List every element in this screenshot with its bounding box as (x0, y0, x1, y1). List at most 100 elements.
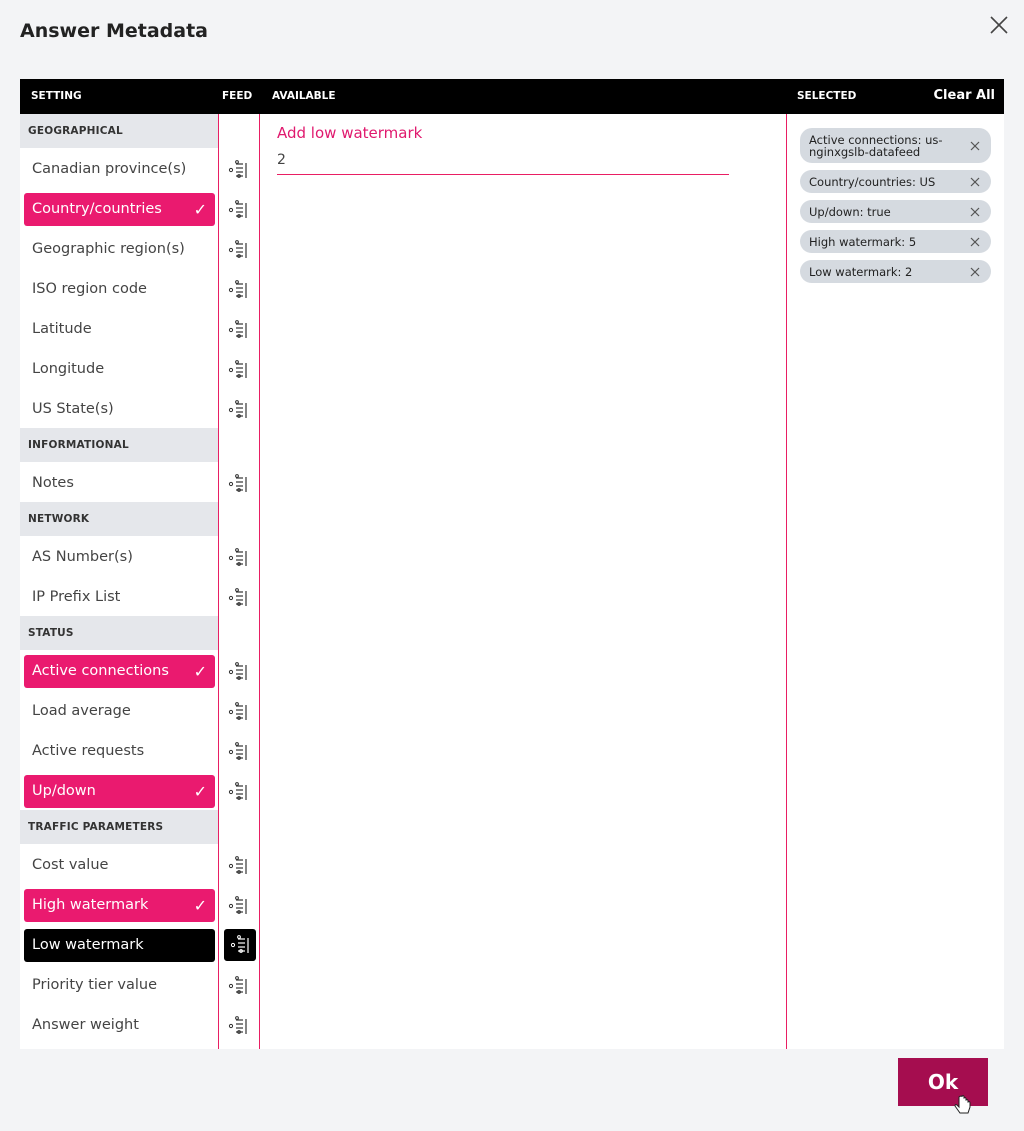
setting-label: Cost value (32, 857, 109, 873)
setting-row: Country/countries ✓ (20, 188, 218, 228)
remove-icon[interactable] (969, 266, 981, 278)
feed-filter-icon[interactable] (227, 855, 249, 877)
feed-filter-icon[interactable] (227, 975, 249, 997)
feed-filter-icon[interactable] (227, 741, 249, 763)
check-icon: ✓ (193, 782, 207, 801)
settings-list: GEOGRAPHICAL Canadian province(s) Country/… (20, 114, 218, 1044)
column-selected: SELECTED (797, 90, 857, 102)
setting-row: Priority tier value (20, 964, 218, 1004)
setting-item[interactable]: Country/countries ✓ (24, 193, 215, 226)
selected-chip: High watermark: 5 (800, 230, 991, 253)
feed-filter-icon[interactable] (227, 1015, 249, 1037)
setting-label: Canadian province(s) (32, 161, 187, 177)
setting-label: Notes (32, 475, 74, 491)
setting-label: Active connections (32, 663, 169, 679)
section-header: STATUS (20, 616, 218, 650)
setting-item[interactable]: High watermark ✓ (24, 889, 215, 922)
feed-filter-icon[interactable] (227, 661, 249, 683)
section-header: TRAFFIC PARAMETERS (20, 810, 218, 844)
setting-row: Active connections ✓ (20, 650, 218, 690)
feed-filter-icon[interactable] (227, 587, 249, 609)
setting-row: Low watermark (20, 924, 218, 964)
setting-item[interactable]: Canadian province(s) (24, 153, 215, 186)
feed-filter-icon[interactable] (227, 159, 249, 181)
setting-item[interactable]: Notes (24, 467, 215, 500)
setting-label: US State(s) (32, 401, 114, 417)
setting-row: AS Number(s) (20, 536, 218, 576)
section-header: GEOGRAPHICAL (20, 114, 218, 148)
feed-filter-icon[interactable] (227, 701, 249, 723)
feed-filter-icon[interactable] (227, 547, 249, 569)
setting-label: Up/down (32, 783, 96, 799)
setting-item[interactable]: ISO region code (24, 273, 215, 306)
selected-chip: Active connections: us-nginxgslb-datafee… (800, 128, 991, 163)
setting-label: AS Number(s) (32, 549, 133, 565)
setting-item[interactable]: Geographic region(s) (24, 233, 215, 266)
column-divider (786, 114, 787, 1049)
selected-chip: Country/countries: US (800, 170, 991, 193)
available-field-label: Add low watermark (277, 124, 423, 142)
setting-label: Latitude (32, 321, 92, 337)
selected-chip: Up/down: true (800, 200, 991, 223)
selected-chip: Low watermark: 2 (800, 260, 991, 283)
ok-button[interactable]: Ok (898, 1058, 988, 1106)
feed-filter-icon[interactable] (227, 781, 249, 803)
setting-row: Answer weight (20, 1004, 218, 1044)
setting-label: Longitude (32, 361, 105, 377)
setting-row: ISO region code (20, 268, 218, 308)
setting-label: Geographic region(s) (32, 241, 185, 257)
setting-item[interactable]: Low watermark (24, 929, 215, 962)
setting-row: Latitude (20, 308, 218, 348)
feed-filter-icon[interactable] (227, 239, 249, 261)
setting-item[interactable]: Longitude (24, 353, 215, 386)
setting-item[interactable]: Active requests (24, 735, 215, 768)
setting-label: High watermark (32, 897, 149, 913)
setting-label: ISO region code (32, 281, 147, 297)
setting-row: Canadian province(s) (20, 148, 218, 188)
feed-filter-icon[interactable] (227, 279, 249, 301)
feed-filter-icon[interactable] (227, 399, 249, 421)
setting-row: US State(s) (20, 388, 218, 428)
setting-row: Load average (20, 690, 218, 730)
check-icon: ✓ (193, 200, 207, 219)
setting-item[interactable]: Priority tier value (24, 969, 215, 1002)
column-divider (218, 114, 219, 1049)
setting-label: Country/countries (32, 201, 162, 217)
feed-filter-icon[interactable] (224, 929, 256, 961)
column-setting: SETTING (31, 90, 82, 102)
remove-icon[interactable] (969, 176, 981, 188)
chip-label: High watermark: 5 (809, 235, 917, 249)
remove-icon[interactable] (969, 236, 981, 248)
setting-row: Notes (20, 462, 218, 502)
section-header: INFORMATIONAL (20, 428, 218, 462)
setting-item[interactable]: Latitude (24, 313, 215, 346)
setting-row: High watermark ✓ (20, 884, 218, 924)
setting-item[interactable]: Answer weight (24, 1009, 215, 1042)
feed-filter-icon[interactable] (227, 895, 249, 917)
hand-cursor-icon (954, 1095, 971, 1114)
column-divider (259, 114, 260, 1049)
table-header: SETTING FEED AVAILABLE SELECTED Clear Al… (20, 79, 1004, 114)
setting-label: Load average (32, 703, 131, 719)
setting-item[interactable]: AS Number(s) (24, 541, 215, 574)
setting-item[interactable]: Load average (24, 695, 215, 728)
close-icon[interactable] (986, 12, 1012, 38)
setting-item[interactable]: US State(s) (24, 393, 215, 426)
column-available: AVAILABLE (272, 90, 336, 102)
setting-label: Answer weight (32, 1017, 139, 1033)
check-icon: ✓ (193, 662, 207, 681)
remove-icon[interactable] (969, 206, 981, 218)
feed-filter-icon[interactable] (227, 473, 249, 495)
setting-item[interactable]: IP Prefix List (24, 581, 215, 614)
clear-all-button[interactable]: Clear All (934, 88, 996, 103)
metadata-table: SETTING FEED AVAILABLE SELECTED Clear Al… (20, 79, 1004, 1049)
setting-item[interactable]: Up/down ✓ (24, 775, 215, 808)
section-header: NETWORK (20, 502, 218, 536)
low-watermark-input[interactable] (277, 145, 729, 175)
remove-icon[interactable] (969, 140, 981, 152)
setting-item[interactable]: Active connections ✓ (24, 655, 215, 688)
feed-filter-icon[interactable] (227, 319, 249, 341)
feed-filter-icon[interactable] (227, 199, 249, 221)
setting-item[interactable]: Cost value (24, 849, 215, 882)
feed-filter-icon[interactable] (227, 359, 249, 381)
